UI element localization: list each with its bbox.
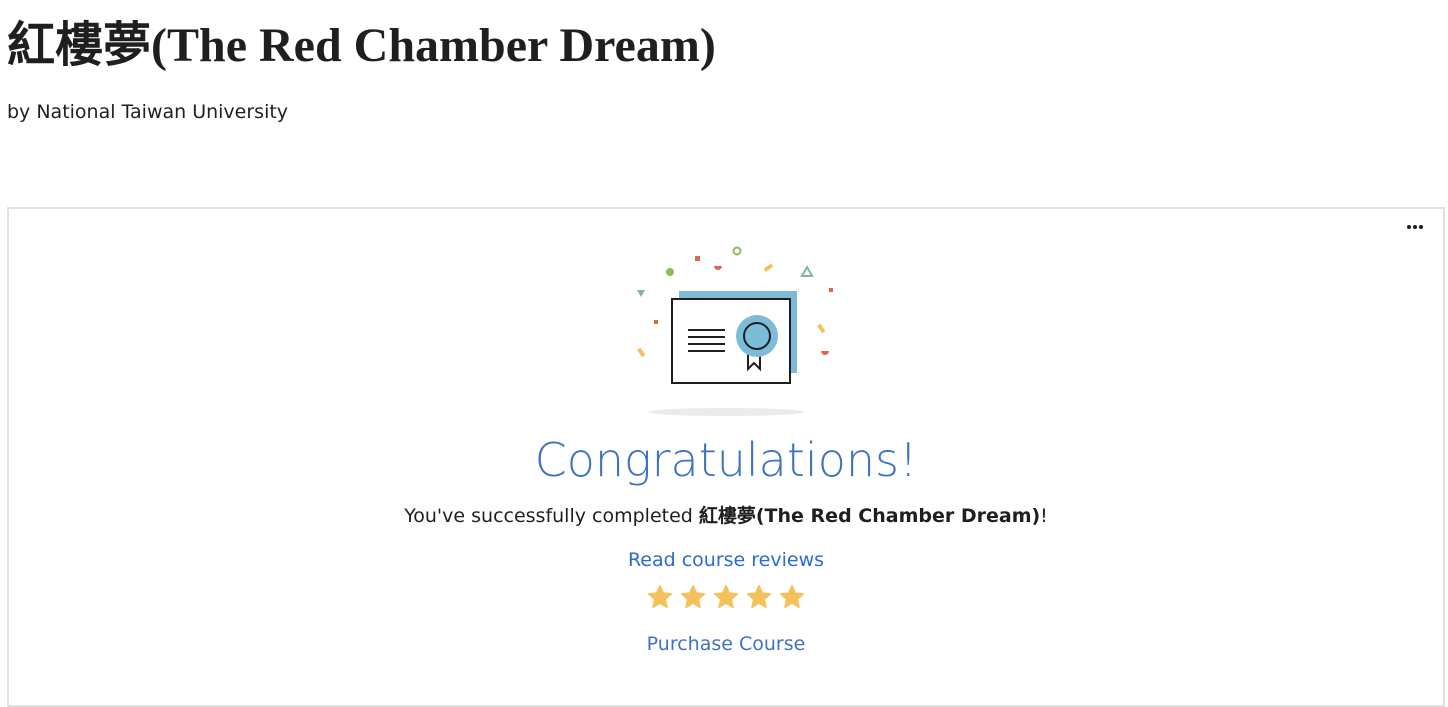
course-title: 紅樓夢(The Red Chamber Dream)	[7, 19, 716, 72]
star-icon[interactable]	[679, 583, 707, 611]
completion-message-course: 紅樓夢(The Red Chamber Dream)	[698, 505, 1041, 527]
congratulations-heading: Congratulations!	[534, 433, 918, 487]
completion-message-prefix: You've successfully completed	[404, 505, 699, 527]
certificate-icon	[637, 246, 833, 416]
read-reviews-link[interactable]: Read course reviews	[9, 547, 1443, 573]
rating-stars[interactable]	[9, 583, 1443, 611]
star-icon[interactable]	[778, 583, 806, 611]
completion-message: You've successfully completed 紅樓夢(The Re…	[9, 503, 1443, 529]
course-provider: by National Taiwan University	[7, 101, 289, 123]
star-icon[interactable]	[646, 583, 674, 611]
purchase-course-link[interactable]: Purchase Course	[9, 631, 1443, 657]
star-icon[interactable]	[712, 583, 740, 611]
more-options-button[interactable]	[1403, 219, 1427, 235]
more-horizontal-icon	[1407, 225, 1411, 229]
star-icon[interactable]	[745, 583, 773, 611]
completion-message-suffix: !	[1040, 505, 1048, 527]
completion-card: Congratulations! You've successfully com…	[7, 207, 1445, 707]
